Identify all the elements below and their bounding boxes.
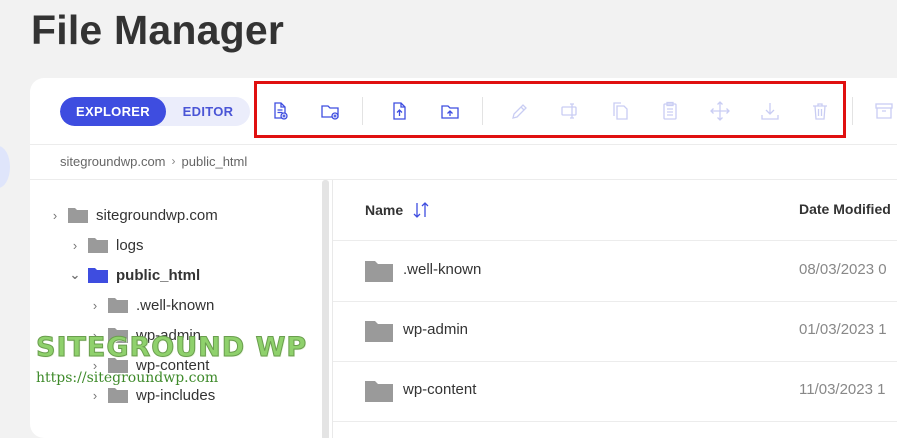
watermark-url: https://sitegroundwp.com	[36, 370, 219, 386]
breadcrumb: sitegroundwp.com › public_html	[60, 152, 247, 170]
editor-tab[interactable]: EDITOR	[166, 97, 250, 126]
explorer-tab[interactable]: EXPLORER	[60, 97, 166, 126]
breadcrumb-root[interactable]: sitegroundwp.com	[60, 154, 166, 169]
table-row[interactable]: wp-admin 01/03/2023 1	[333, 301, 897, 362]
tree-item-label: wp-includes	[136, 386, 216, 404]
folder-icon	[88, 238, 108, 253]
folder-icon	[365, 321, 393, 342]
folder-icon	[365, 261, 393, 282]
file-date: 01/03/2023 1	[799, 321, 887, 338]
tree-item-label: .well-known	[136, 296, 215, 314]
date-column-header[interactable]: Date Modified	[799, 201, 891, 217]
column-label: Name	[365, 202, 404, 218]
sort-icon[interactable]	[413, 201, 429, 219]
tree-item-label: logs	[116, 236, 144, 254]
tree-scrollbar[interactable]	[322, 180, 329, 438]
chevron-right-icon[interactable]: ›	[68, 238, 82, 253]
divider	[30, 144, 897, 145]
file-list-header: Name Date Modified	[333, 180, 897, 241]
tree-item-wp-includes[interactable]: › wp-includes	[88, 384, 215, 406]
file-name: wp-content	[403, 381, 477, 398]
tree-item-well-known[interactable]: › .well-known	[88, 294, 215, 316]
toolbar-highlight-box	[254, 81, 846, 138]
folder-icon	[108, 298, 128, 313]
tree-item-public-html[interactable]: ⌄ public_html	[68, 264, 201, 286]
folder-icon	[68, 208, 88, 223]
watermark-title: SITEGROUND WP	[35, 332, 308, 364]
breadcrumb-current[interactable]: public_html	[182, 154, 248, 169]
table-row[interactable]: wp-content 11/03/2023 1	[333, 361, 897, 422]
toolbar: EXPLORER EDITOR	[30, 78, 897, 144]
archive-icon	[875, 103, 893, 119]
toolbar-separator	[852, 97, 853, 125]
chevron-right-icon[interactable]: ›	[88, 388, 102, 403]
name-column-header[interactable]: Name	[365, 201, 429, 219]
side-panel-handle[interactable]	[0, 146, 10, 188]
folder-icon	[108, 388, 128, 403]
file-name: wp-admin	[403, 321, 469, 338]
archive-button[interactable]	[870, 97, 897, 125]
table-row[interactable]: .well-known 08/03/2023 0	[333, 241, 897, 302]
chevron-right-icon[interactable]: ›	[88, 298, 102, 313]
file-date: 08/03/2023 0	[799, 261, 887, 278]
file-date: 11/03/2023 1	[799, 381, 886, 398]
chevron-right-icon: ›	[171, 154, 176, 168]
chevron-right-icon[interactable]: ›	[48, 208, 62, 223]
file-name: .well-known	[403, 261, 482, 278]
folder-icon	[365, 381, 393, 402]
folder-icon	[88, 268, 108, 283]
tree-item-label: public_html	[116, 266, 201, 284]
chevron-down-icon[interactable]: ⌄	[68, 267, 82, 283]
view-toggle: EXPLORER EDITOR	[60, 97, 250, 126]
tree-item-label: sitegroundwp.com	[96, 206, 218, 224]
page-title: File Manager	[31, 7, 285, 53]
tree-item-sitegroundwp[interactable]: › sitegroundwp.com	[48, 204, 218, 226]
tree-item-logs[interactable]: › logs	[68, 234, 144, 256]
folder-tree: › sitegroundwp.com › logs ⌄ public_html …	[30, 180, 322, 438]
